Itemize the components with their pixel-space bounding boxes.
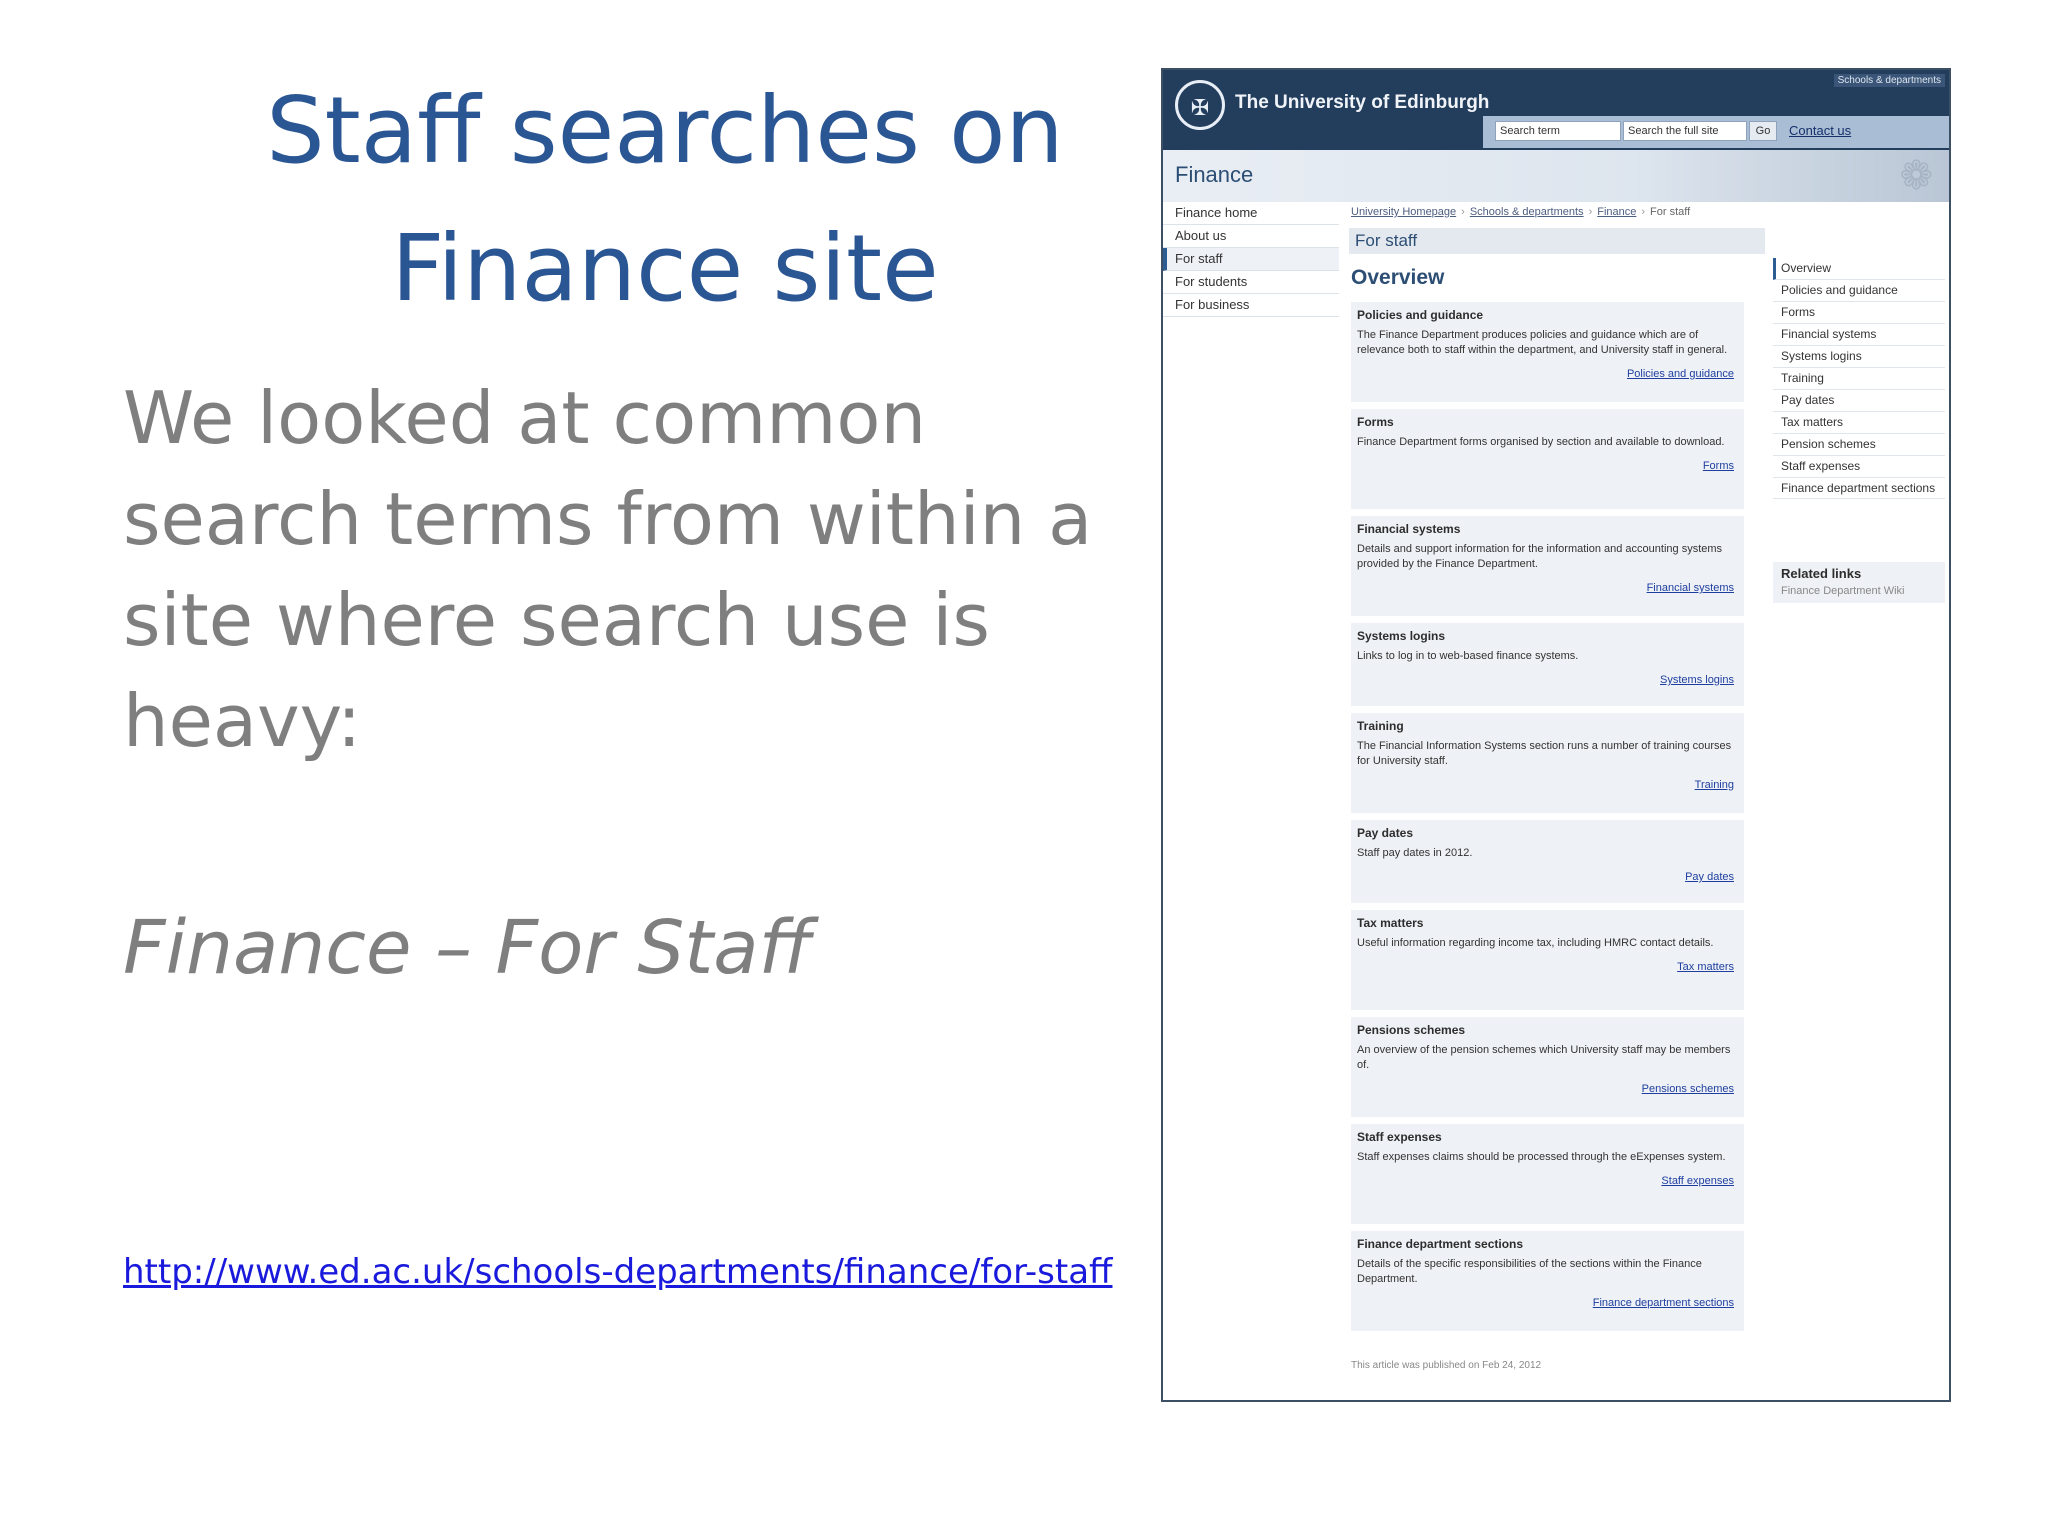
banner-ornament-icon: ❁	[1899, 154, 1933, 198]
card-link[interactable]: Financial systems	[1357, 582, 1734, 594]
card-link[interactable]: Pay dates	[1357, 871, 1734, 883]
left-nav-item[interactable]: Finance home	[1163, 202, 1339, 225]
right-nav-item[interactable]: Pension schemes	[1773, 434, 1945, 456]
related-link[interactable]: Finance Department Wiki	[1773, 583, 1945, 603]
card-title: Staff expenses	[1357, 1130, 1442, 1144]
left-nav-item[interactable]: For students	[1163, 271, 1339, 294]
content-card: Finance department sections Details of t…	[1351, 1231, 1744, 1331]
card-description: Finance Department forms organised by se…	[1357, 436, 1725, 448]
right-nav-item[interactable]: Forms	[1773, 302, 1945, 324]
right-nav-item[interactable]: Finance department sections	[1773, 478, 1945, 499]
content-card: Forms Finance Department forms organised…	[1351, 409, 1744, 509]
card-link[interactable]: Tax matters	[1357, 961, 1734, 973]
contact-us-link[interactable]: Contact us	[1789, 123, 1851, 138]
published-date: This article was published on Feb 24, 20…	[1351, 1360, 1542, 1371]
card-description: Staff expenses claims should be processe…	[1357, 1151, 1726, 1163]
right-nav-item[interactable]: Financial systems	[1773, 324, 1945, 346]
go-button[interactable]: Go	[1749, 121, 1777, 141]
right-nav-item-active[interactable]: Overview	[1773, 258, 1945, 280]
finance-banner: Finance ❁	[1163, 150, 1949, 202]
slide-subhead: Finance – For Staff	[123, 905, 813, 991]
content-card: Systems logins Links to log in to web-ba…	[1351, 623, 1744, 706]
breadcrumb-current: For staff	[1650, 206, 1691, 218]
card-title: Finance department sections	[1357, 1237, 1524, 1251]
slide-body-text: We looked at common search terms from wi…	[123, 376, 1093, 763]
card-link[interactable]: Staff expenses	[1357, 1175, 1734, 1187]
card-title: Pay dates	[1357, 826, 1414, 840]
left-nav-item-active[interactable]: For staff	[1163, 248, 1339, 271]
card-description: Useful information regarding income tax,…	[1357, 937, 1714, 949]
right-nav-item[interactable]: Staff expenses	[1773, 456, 1945, 478]
related-links-box: Related links Finance Department Wiki	[1773, 562, 1945, 603]
card-description: An overview of the pension schemes which…	[1357, 1044, 1731, 1071]
slide-title-line1: Staff searches on	[266, 77, 1064, 184]
finance-url-link[interactable]: http://www.ed.ac.uk/schools-departments/…	[123, 1252, 1112, 1292]
breadcrumb-link[interactable]: Schools & departments	[1470, 206, 1584, 218]
card-title: Systems logins	[1357, 629, 1446, 643]
card-description: Details and support information for the …	[1357, 543, 1723, 570]
section-title: For staff	[1349, 228, 1765, 254]
content-card: Financial systems Details and support in…	[1351, 516, 1744, 616]
content-card: Staff expenses Staff expenses claims sho…	[1351, 1124, 1744, 1224]
university-name: The University of Edinburgh	[1235, 92, 1490, 113]
breadcrumb-link[interactable]: Finance	[1597, 206, 1636, 218]
card-link[interactable]: Policies and guidance	[1357, 368, 1734, 380]
right-nav-item[interactable]: Policies and guidance	[1773, 280, 1945, 302]
card-title: Policies and guidance	[1357, 308, 1484, 322]
card-title: Forms	[1357, 415, 1394, 429]
website-screenshot: ✠ The University of Edinburgh Schools & …	[1161, 68, 1951, 1402]
slide-title-line2: Finance site	[391, 215, 939, 322]
right-nav-item[interactable]: Pay dates	[1773, 390, 1945, 412]
content-card: Training The Financial Information Syste…	[1351, 713, 1744, 813]
search-bar: Search term Search the full site Go Cont…	[1483, 116, 1949, 148]
card-title: Pensions schemes	[1357, 1023, 1466, 1037]
university-crest-icon: ✠	[1175, 80, 1225, 130]
card-description: Staff pay dates in 2012.	[1357, 847, 1473, 859]
related-links-title: Related links	[1781, 566, 1862, 581]
site-name: Finance	[1175, 162, 1254, 187]
breadcrumb-link[interactable]: University Homepage	[1351, 206, 1456, 218]
overview-heading: Overview	[1351, 266, 1445, 289]
right-nav: Overview Policies and guidance Forms Fin…	[1773, 258, 1945, 499]
card-title: Tax matters	[1357, 916, 1424, 930]
search-input[interactable]: Search term	[1495, 121, 1621, 141]
card-description: The Finance Department produces policies…	[1357, 329, 1728, 356]
card-description: Links to log in to web-based finance sys…	[1357, 650, 1579, 662]
card-list: Policies and guidance The Finance Depart…	[1351, 302, 1744, 1338]
card-description: Details of the specific responsibilities…	[1357, 1258, 1702, 1285]
card-link[interactable]: Systems logins	[1357, 674, 1734, 686]
card-link[interactable]: Finance department sections	[1357, 1297, 1734, 1309]
left-nav-item[interactable]: For business	[1163, 294, 1339, 317]
content-card: Tax matters Useful information regarding…	[1351, 910, 1744, 1010]
card-link[interactable]: Forms	[1357, 460, 1734, 472]
content-card: Policies and guidance The Finance Depart…	[1351, 302, 1744, 402]
card-link[interactable]: Pensions schemes	[1357, 1083, 1734, 1095]
right-nav-item[interactable]: Tax matters	[1773, 412, 1945, 434]
content-card: Pay dates Staff pay dates in 2012. Pay d…	[1351, 820, 1744, 903]
breadcrumb: University Homepage › Schools & department…	[1351, 206, 1691, 218]
card-link[interactable]: Training	[1357, 779, 1734, 791]
card-description: The Financial Information Systems sectio…	[1357, 740, 1732, 767]
right-nav-item[interactable]: Systems logins	[1773, 346, 1945, 368]
card-title: Training	[1357, 719, 1404, 733]
content-card: Pensions schemes An overview of the pens…	[1351, 1017, 1744, 1117]
slide-title: Staff searches on Finance site	[150, 62, 1180, 338]
right-nav-item[interactable]: Training	[1773, 368, 1945, 390]
search-scope-select[interactable]: Search the full site	[1623, 121, 1747, 141]
left-nav-item[interactable]: About us	[1163, 225, 1339, 248]
schools-departments-link[interactable]: Schools & departments	[1833, 74, 1945, 87]
card-title: Financial systems	[1357, 522, 1461, 536]
left-nav: Finance home About us For staff For stud…	[1163, 202, 1339, 317]
